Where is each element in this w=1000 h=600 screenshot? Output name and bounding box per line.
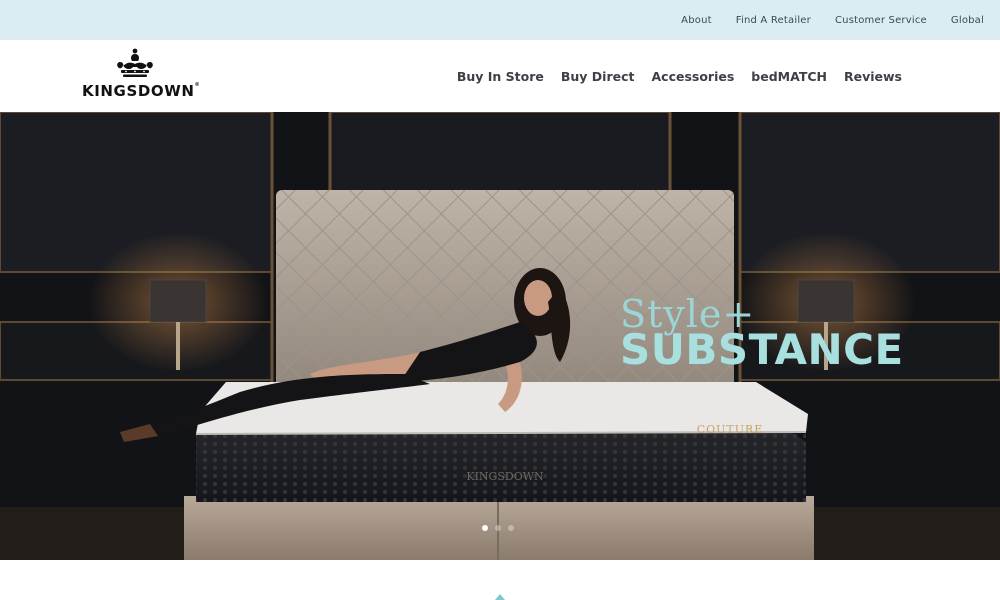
utility-bar: About Find A Retailer Customer Service G… [0,0,1000,40]
brand-logo[interactable]: KINGSDOWN® [82,48,200,106]
brand-name: KINGSDOWN [82,82,195,100]
global-link[interactable]: Global [951,15,984,26]
nav-buy-in-store[interactable]: Buy In Store [457,69,544,84]
main-nav: Buy In Store Buy Direct Accessories bedM… [440,40,902,112]
find-retailer-link[interactable]: Find A Retailer [736,15,811,26]
utility-links: About Find A Retailer Customer Service G… [657,0,984,40]
scroll-up-arrow-icon[interactable] [495,594,505,600]
about-link[interactable]: About [681,15,712,26]
brand-wordmark: KINGSDOWN® [82,82,200,100]
nav-accessories[interactable]: Accessories [651,69,734,84]
nav-reviews[interactable]: Reviews [844,69,902,84]
slider-dots [482,525,514,531]
registered-mark: ® [194,82,201,88]
slide-dot-2[interactable] [495,525,501,531]
hero-headline: Style+ SUBSTANCE [620,294,920,374]
hero-slider[interactable]: COUTURE KINGSDOWN Style+ SUBSTANCE [0,112,1000,560]
mattress-label: COUTURE [697,423,764,436]
slide-dot-1[interactable] [482,525,488,531]
headline-line-2: SUBSTANCE [620,325,904,374]
slide-dot-3[interactable] [508,525,514,531]
crown-icon [117,48,153,77]
mattress-brand: KINGSDOWN [466,470,544,483]
nav-bedmatch[interactable]: bedMATCH [751,69,827,84]
nav-buy-direct[interactable]: Buy Direct [561,69,635,84]
site-header: KINGSDOWN® Buy In Store Buy Direct Acces… [0,40,1000,112]
customer-service-link[interactable]: Customer Service [835,15,927,26]
